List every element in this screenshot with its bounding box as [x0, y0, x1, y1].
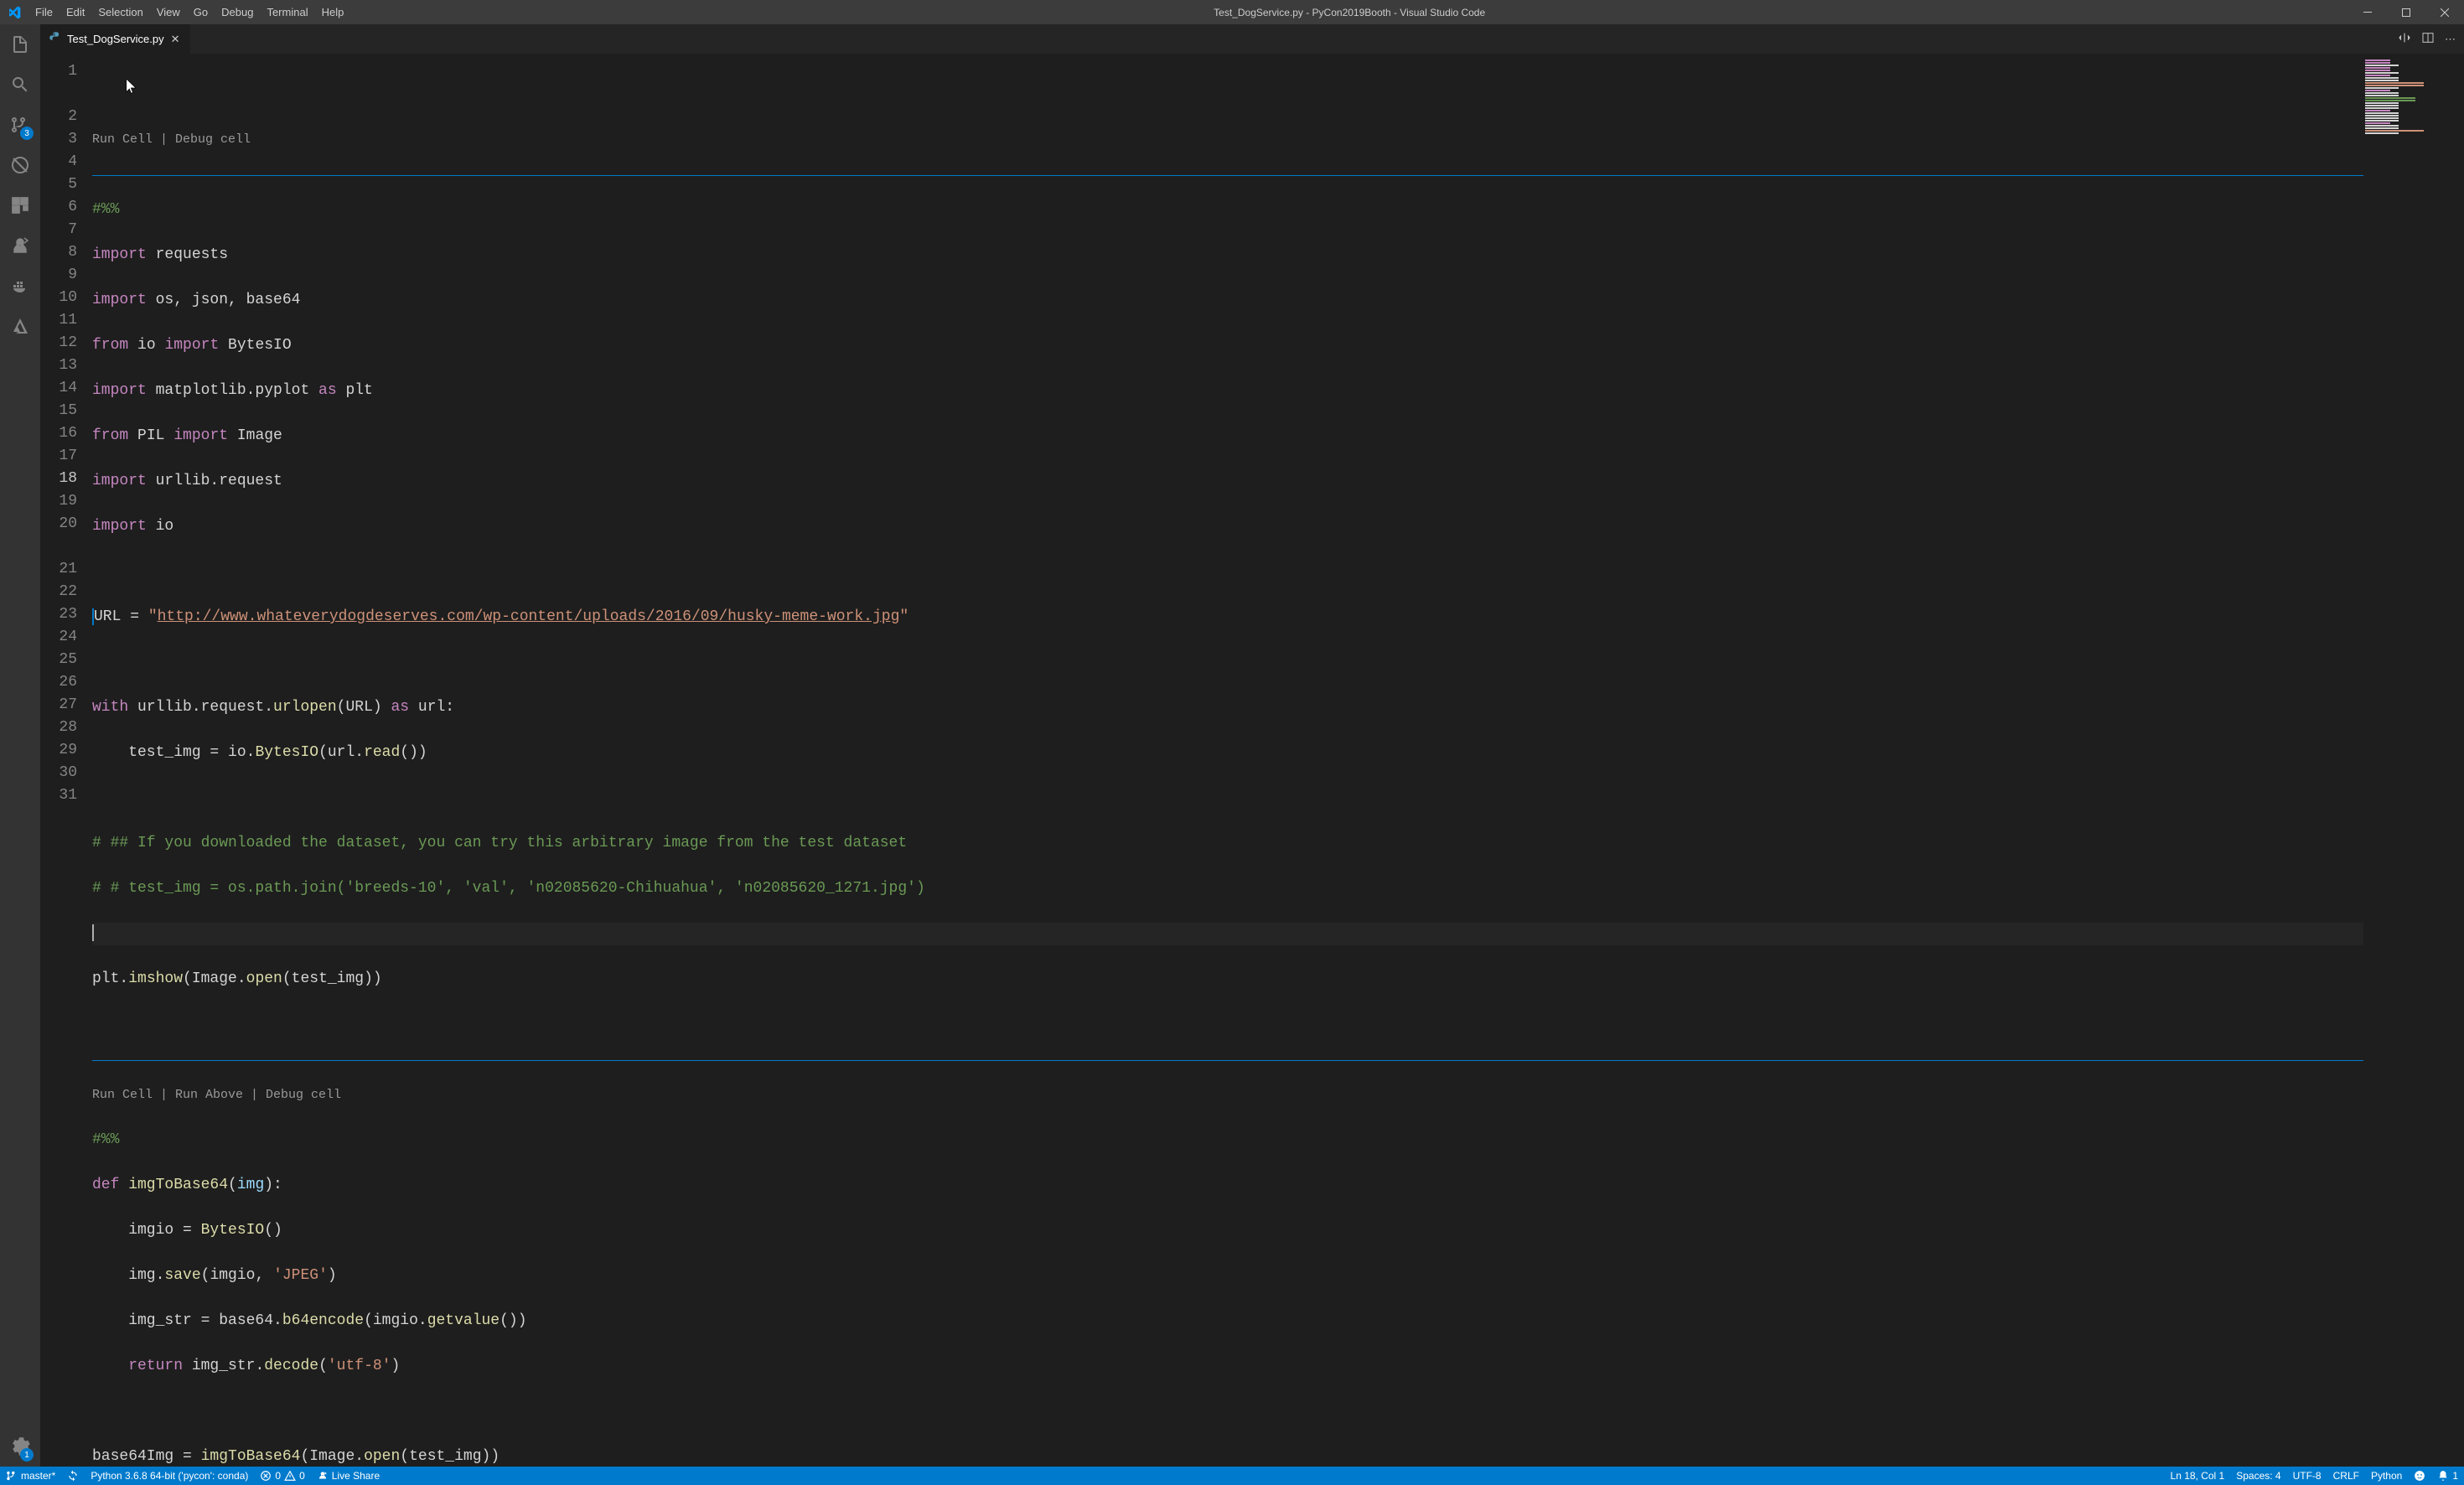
status-cursor[interactable]: Ln 18, Col 1 — [2165, 1467, 2231, 1485]
explorer-icon[interactable] — [0, 24, 40, 65]
settings-icon[interactable]: 1 — [0, 1426, 40, 1467]
status-notifications[interactable]: 1 — [2431, 1467, 2464, 1485]
close-button[interactable] — [2425, 0, 2464, 24]
menu-bar: File Edit Selection View Go Debug Termin… — [28, 0, 350, 24]
menu-selection[interactable]: Selection — [91, 0, 149, 24]
title-bar: File Edit Selection View Go Debug Termin… — [0, 0, 2464, 24]
vscode-icon — [0, 6, 28, 19]
status-bar: master* Python 3.6.8 64-bit ('pycon': co… — [0, 1467, 2464, 1485]
cell-divider — [92, 175, 2430, 176]
status-branch[interactable]: master* — [0, 1467, 61, 1485]
menu-debug[interactable]: Debug — [215, 0, 260, 24]
tab-test-dogservice[interactable]: Test_DogService.py ✕ — [40, 24, 191, 54]
status-language[interactable]: Python — [2365, 1467, 2408, 1485]
menu-file[interactable]: File — [28, 0, 60, 24]
text-cursor — [92, 924, 94, 941]
minimap[interactable] — [2363, 54, 2464, 1467]
tab-close-icon[interactable]: ✕ — [169, 31, 182, 48]
menu-edit[interactable]: Edit — [60, 0, 91, 24]
tab-bar: Test_DogService.py ✕ ⋯ — [40, 24, 2464, 54]
window-controls — [2348, 0, 2464, 24]
menu-terminal[interactable]: Terminal — [260, 0, 314, 24]
scm-badge: 3 — [20, 127, 34, 140]
search-icon[interactable] — [0, 65, 40, 105]
menu-help[interactable]: Help — [315, 0, 351, 24]
line-gutter: 1 2 3 4 5 6 7 8 9 10 11 12 13 14 15 16 1… — [40, 54, 92, 1467]
codelens-cell1[interactable]: Run Cell | Debug cell — [92, 128, 2464, 151]
liveshare-icon[interactable] — [0, 225, 40, 266]
status-liveshare[interactable]: Live Share — [311, 1467, 386, 1485]
extensions-icon[interactable] — [0, 185, 40, 225]
status-problems[interactable]: 0 0 — [254, 1467, 310, 1485]
window-title: Test_DogService.py - PyCon2019Booth - Vi… — [350, 7, 2348, 18]
split-editor-icon[interactable] — [2421, 31, 2435, 47]
status-sync-icon[interactable] — [61, 1467, 85, 1485]
python-file-icon — [49, 31, 62, 47]
menu-go[interactable]: Go — [187, 0, 215, 24]
menu-view[interactable]: View — [150, 0, 187, 24]
status-feedback-icon[interactable] — [2408, 1467, 2431, 1485]
status-encoding[interactable]: UTF-8 — [2287, 1467, 2327, 1485]
editor-area: Test_DogService.py ✕ ⋯ 1 2 3 4 5 6 7 8 9 — [40, 24, 2464, 1467]
status-python[interactable]: Python 3.6.8 64-bit ('pycon': conda) — [85, 1467, 254, 1485]
azure-icon[interactable] — [0, 306, 40, 346]
cell-divider — [92, 1060, 2430, 1061]
maximize-button[interactable] — [2387, 0, 2425, 24]
debug-icon[interactable] — [0, 145, 40, 185]
code-content[interactable]: Run Cell | Debug cell #%% import request… — [92, 54, 2464, 1467]
docker-icon[interactable] — [0, 266, 40, 306]
more-actions-icon[interactable]: ⋯ — [2445, 33, 2456, 46]
tab-label: Test_DogService.py — [67, 33, 164, 45]
status-eol[interactable]: CRLF — [2327, 1467, 2365, 1485]
minimize-button[interactable] — [2348, 0, 2387, 24]
activity-bar: 3 1 — [0, 24, 40, 1467]
status-spaces[interactable]: Spaces: 4 — [2230, 1467, 2286, 1485]
codelens-cell2[interactable]: Run Cell | Run Above | Debug cell — [92, 1084, 2464, 1106]
source-control-icon[interactable]: 3 — [0, 105, 40, 145]
editor-pane[interactable]: 1 2 3 4 5 6 7 8 9 10 11 12 13 14 15 16 1… — [40, 54, 2464, 1467]
compare-changes-icon[interactable] — [2398, 31, 2411, 47]
settings-badge: 1 — [20, 1448, 34, 1462]
